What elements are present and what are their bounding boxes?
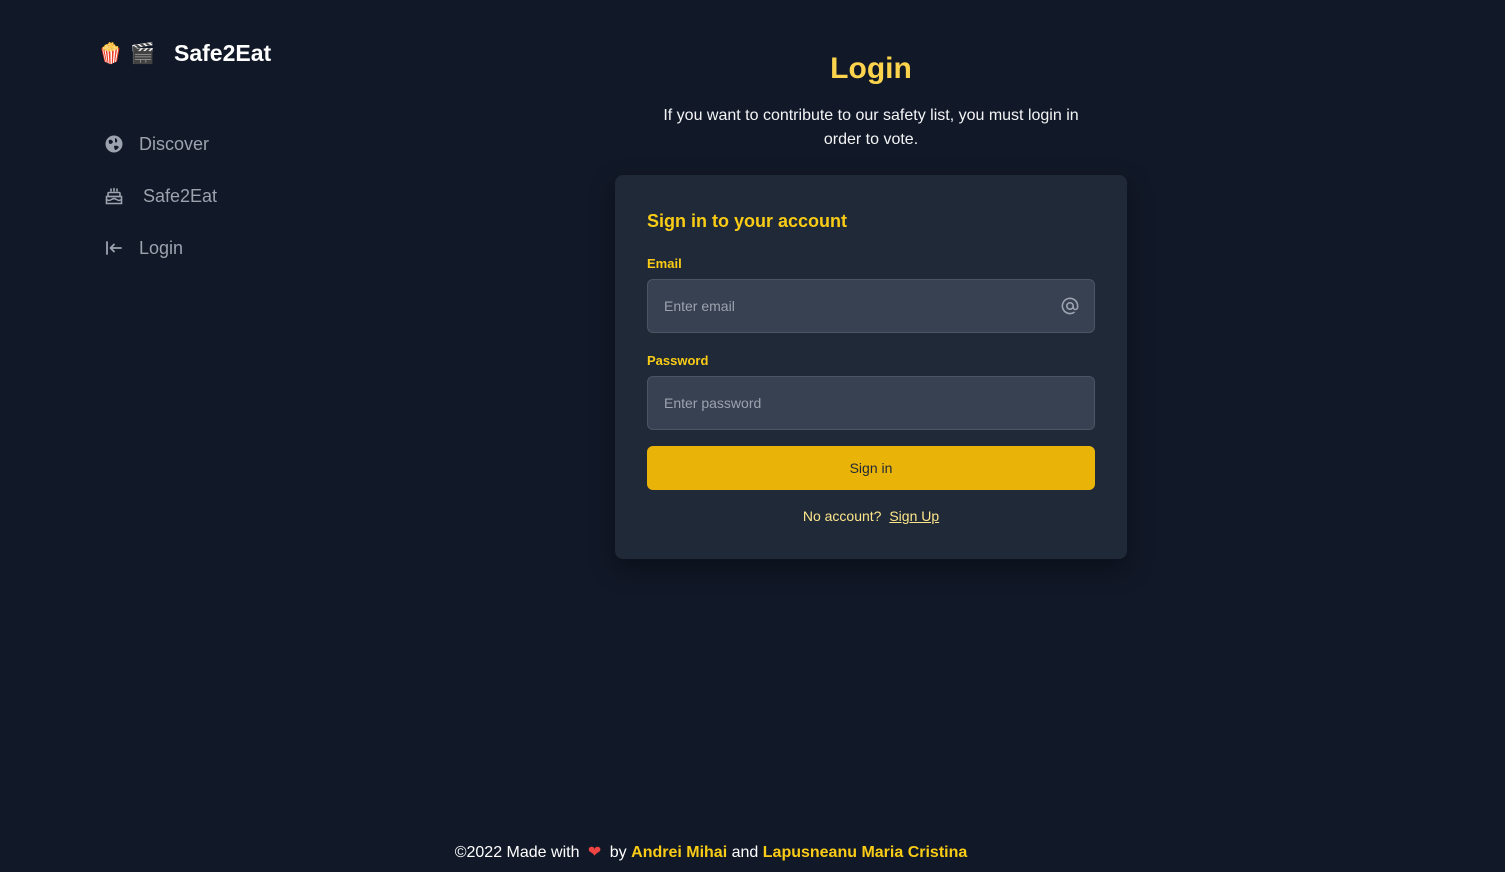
login-arrow-icon [103,237,125,259]
at-sign-icon [1060,296,1080,316]
sign-up-link[interactable]: Sign Up [889,508,939,524]
page-title: Login [830,52,912,85]
sidebar-item-label: Safe2Eat [143,185,218,206]
globe-icon [103,133,125,155]
sidebar-item-login[interactable]: Login [103,222,217,274]
footer-and: and [731,844,759,861]
password-field[interactable] [648,377,1094,429]
email-field-wrapper [647,279,1095,333]
login-card: Sign in to your account Email Password S… [615,175,1127,559]
footer-prefix: ©2022 Made with [454,844,580,861]
sidebar-item-label: Login [139,237,184,258]
sign-in-button[interactable]: Sign in [647,446,1095,490]
app-root: 🍿 🎬 Safe2Eat Discover Safe2Eat Login Log… [0,0,1505,872]
footer: ©2022 Made with ❤ by Andrei Mihai and La… [0,842,1422,862]
sidebar-nav: Discover Safe2Eat Login [103,118,217,274]
sidebar-item-discover[interactable]: Discover [103,118,217,170]
email-field[interactable] [648,280,1094,332]
intro-text: If you want to contribute to our safety … [663,107,1079,148]
sidebar-item-label: Discover [139,133,210,154]
cake-icon [103,185,125,207]
no-account-text: No account? [802,508,882,524]
signup-prompt: No account? Sign Up [647,508,1095,524]
email-label: Email [647,256,682,271]
password-label: Password [647,353,709,368]
form-heading: Sign in to your account [647,211,848,231]
footer-by: by [609,844,627,861]
heart-icon: ❤ [587,844,602,861]
sidebar-item-safe2eat[interactable]: Safe2Eat [103,170,217,222]
password-field-wrapper [647,376,1095,430]
author-link[interactable]: Andrei Mihai [631,844,727,861]
author-link[interactable]: Lapusneanu Maria Cristina [763,844,968,861]
